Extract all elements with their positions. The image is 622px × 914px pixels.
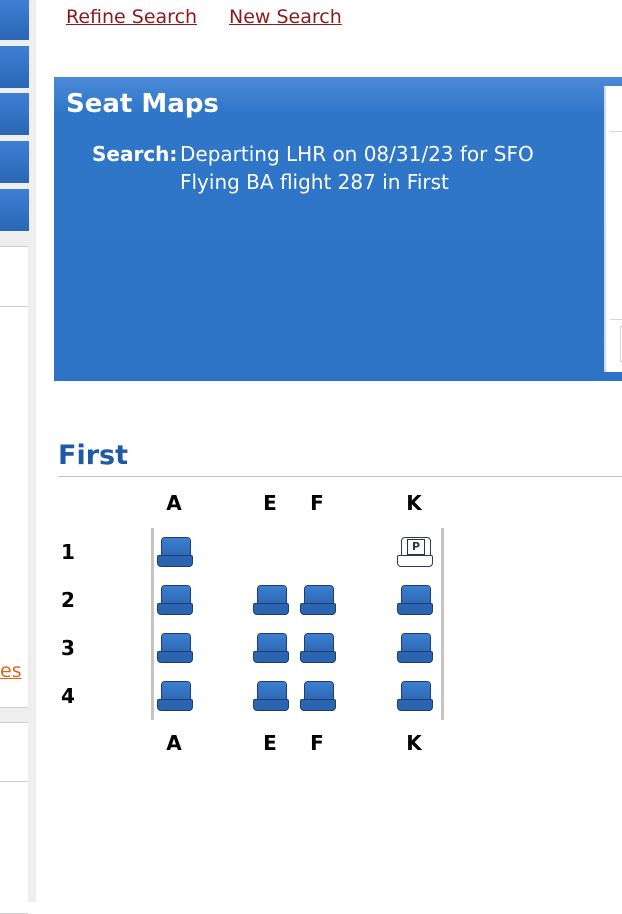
search-summary-line2: Flying BA flight 287 in First [180,170,449,194]
column-label-top: E [263,491,277,515]
sidebar-divider [0,306,28,307]
seat-cushion [253,603,289,615]
seat-cushion [397,699,433,711]
seat-3E[interactable] [253,633,289,663]
seat-2E[interactable] [253,585,289,615]
seat-cushion [157,651,193,663]
cabin-title: First [58,440,128,471]
page-title: Seat Maps [66,89,219,119]
sidebar-panel-1 [0,246,28,708]
sidebar-button-4[interactable] [0,141,29,183]
seat-4F[interactable] [300,681,336,711]
seat-1A[interactable] [157,537,193,567]
row-label: 3 [61,636,75,660]
cabin-wall-left [151,528,154,720]
seat-cushion [157,555,193,567]
cabin-divider [58,476,622,477]
seat-cushion [397,651,433,663]
seat-3K[interactable] [397,633,433,663]
search-summary-line1: Departing LHR on 08/31/23 for SFO [180,142,534,166]
seat-2K[interactable] [397,585,433,615]
column-label-bottom: K [406,731,422,755]
seat-map-header: Seat Maps Search: Departing LHR on 08/31… [54,77,622,381]
column-label-bottom: E [263,731,277,755]
row-label: 2 [61,588,75,612]
row-label: 4 [61,684,75,708]
sidebar-panel-2 [0,722,28,914]
seat-cushion [253,651,289,663]
sidebar-button-1[interactable] [0,0,29,40]
panel-divider [610,131,622,132]
premium-seat-icon: P [407,539,425,555]
seat-cushion [397,603,433,615]
new-search-link[interactable]: New Search [229,6,342,28]
refine-search-link[interactable]: Refine Search [66,6,197,28]
seat-4K[interactable] [397,681,433,711]
seat-2F[interactable] [300,585,336,615]
column-label-top: F [310,491,324,515]
sidebar-button-5[interactable] [0,189,29,231]
left-sidebar: es [0,0,36,914]
seat-3A[interactable] [157,633,193,663]
seat-cushion [300,603,336,615]
seat-cushion [300,699,336,711]
seat-4E[interactable] [253,681,289,711]
sidebar-button-3[interactable] [0,93,29,135]
seat-2A[interactable] [157,585,193,615]
row-label: 1 [61,540,75,564]
seat-cushion [300,651,336,663]
seat-cushion [253,699,289,711]
header-side-panel [604,86,622,372]
panel-divider [610,319,622,320]
sidebar-link[interactable]: es [0,660,22,682]
seat-4A[interactable] [157,681,193,711]
column-label-top: A [166,491,182,515]
cabin-wall-right [441,528,444,720]
column-label-top: K [406,491,422,515]
seat-cushion [397,555,433,567]
sidebar-button-2[interactable] [0,46,29,88]
seat-cushion [157,603,193,615]
column-label-bottom: A [166,731,182,755]
column-label-bottom: F [310,731,324,755]
seat-3F[interactable] [300,633,336,663]
seat-1K[interactable]: P [397,537,433,567]
sidebar-divider [0,781,28,782]
seat-cushion [157,699,193,711]
search-label: Search: [92,142,178,166]
